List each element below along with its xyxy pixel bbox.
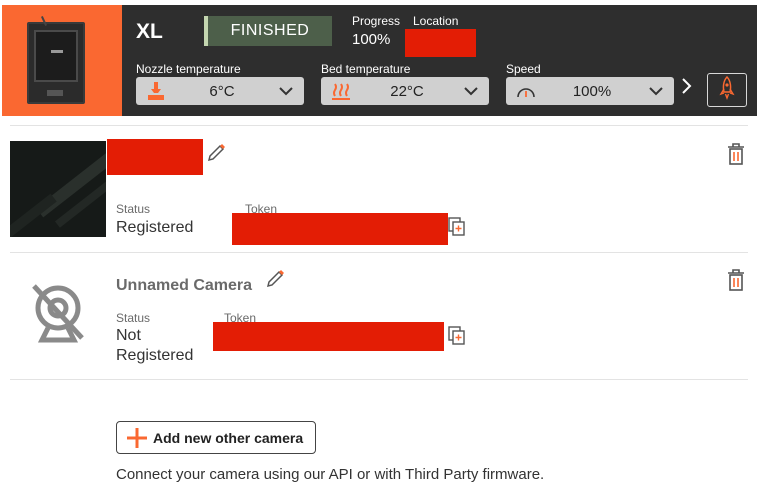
bed-temp-value: 22°C: [390, 82, 424, 100]
rocket-icon: [719, 75, 735, 105]
location-value-redacted: [405, 29, 476, 57]
nozzle-temp-select[interactable]: 6°C: [136, 77, 304, 105]
speed-select[interactable]: 100%: [506, 77, 674, 105]
trash-icon[interactable]: [725, 142, 747, 166]
bed-heat-icon: [321, 81, 361, 101]
rocket-button[interactable]: [707, 73, 747, 107]
plus-icon: [125, 426, 149, 450]
printer-header: XL FINISHED Progress 100% Location Nozzl…: [0, 0, 758, 117]
state-badge: FINISHED: [204, 16, 332, 46]
printer-name: XL: [136, 20, 163, 43]
location-label: Location: [413, 14, 459, 28]
chevron-right-icon[interactable]: [679, 77, 695, 95]
progress-label: Progress: [352, 14, 401, 28]
chevron-down-icon: [453, 86, 489, 96]
status-label: Status: [116, 202, 151, 216]
help-text: Connect your camera using our API or wit…: [116, 466, 545, 483]
nozzle-temp-label: Nozzle temperature: [136, 62, 241, 76]
token-value-redacted: [213, 322, 444, 351]
divider: [10, 125, 748, 126]
add-camera-label: Add new other camera: [153, 429, 304, 446]
speedometer-icon: [506, 82, 546, 100]
status-value-line2: Registered: [116, 347, 194, 364]
printer-thumbnail[interactable]: [2, 5, 122, 116]
progress-value: 100%: [352, 31, 391, 48]
speed-value: 100%: [572, 82, 612, 100]
status-value: Registered: [116, 219, 194, 236]
printer-image: [27, 16, 85, 104]
bed-temp-select[interactable]: 22°C: [321, 77, 489, 105]
divider: [10, 252, 748, 253]
status-value-line1: Not: [116, 327, 141, 344]
trash-icon[interactable]: [725, 268, 747, 292]
chevron-down-icon: [268, 86, 304, 96]
copy-icon[interactable]: [448, 217, 466, 237]
bed-temp-label: Bed temperature: [321, 62, 411, 76]
pencil-icon[interactable]: [264, 268, 286, 290]
divider: [10, 379, 748, 380]
status-label: Status: [116, 311, 151, 325]
chevron-down-icon: [638, 86, 674, 96]
camera-name-redacted: [107, 139, 203, 175]
token-value-redacted: [232, 213, 448, 245]
nozzle-heat-icon: [136, 81, 176, 101]
add-camera-button[interactable]: Add new other camera: [116, 421, 316, 454]
camera-snapshot[interactable]: [10, 141, 106, 237]
camera-name: Unnamed Camera: [116, 277, 253, 294]
camera-disabled-icon: [28, 280, 88, 352]
pencil-icon[interactable]: [205, 142, 227, 164]
speed-label: Speed: [506, 62, 541, 76]
copy-icon[interactable]: [448, 326, 466, 346]
nozzle-temp-value: 6°C: [209, 82, 235, 100]
